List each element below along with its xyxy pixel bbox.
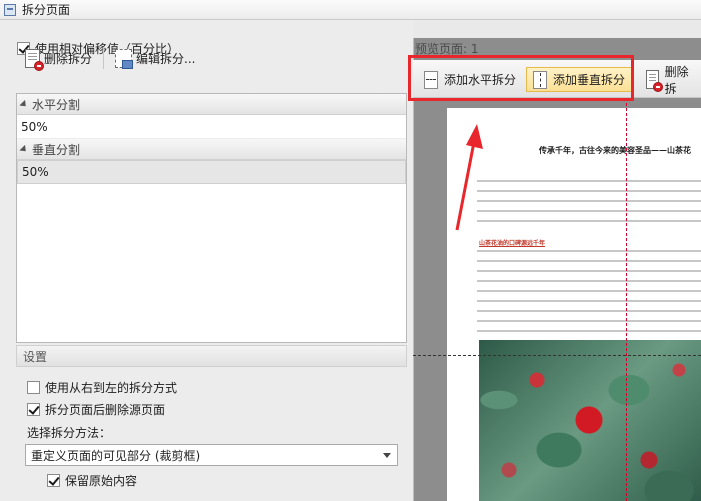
edit-split-label: 编辑拆分... (136, 51, 196, 66)
rtl-checkbox[interactable] (27, 381, 40, 394)
delete-source-checkbox[interactable] (27, 403, 40, 416)
preview-page-label: 预览页面: 1 (415, 42, 479, 56)
add-vertical-split-button[interactable]: 添加垂直拆分 (526, 67, 633, 92)
keep-original-label: 保留原始内容 (65, 474, 138, 488)
split-method-value: 重定义页面的可见部分 (裁剪框) (31, 448, 201, 463)
rtl-label: 使用从右到左的拆分方式 (45, 381, 178, 395)
rtl-option[interactable]: 使用从右到左的拆分方式 (27, 379, 177, 396)
paragraph-lines (477, 180, 701, 230)
chevron-down-icon[interactable] (383, 453, 391, 458)
window-title: 拆分页面 (22, 3, 71, 17)
toolbar-separator (103, 47, 105, 69)
horizontal-split-icon (424, 70, 438, 89)
vertical-split-line[interactable] (626, 98, 627, 501)
keep-original-checkbox[interactable] (47, 474, 60, 487)
delete-page-icon (25, 48, 44, 71)
keep-original-option[interactable]: 保留原始内容 (47, 472, 137, 489)
list-item-selected[interactable]: 50% (17, 160, 406, 184)
preview-delete-split-button[interactable]: 删除拆 (639, 65, 701, 96)
title-bar: 拆分页面 (0, 0, 701, 20)
horizontal-group-header[interactable]: 水平分割 (17, 94, 406, 115)
method-label: 选择拆分方法： (27, 426, 112, 440)
document-title: 传承千年，古往今来的美容圣品——山茶花 (539, 145, 691, 155)
delete-split-button[interactable]: 删除拆分 (18, 45, 99, 71)
delete-source-label: 拆分页面后删除源页面 (45, 403, 166, 417)
preview-toolbar: 添加水平拆分 添加垂直拆分 删除拆 (413, 60, 701, 98)
collapse-triangle-icon[interactable] (19, 144, 29, 154)
list-item[interactable]: 50% (17, 115, 406, 139)
camellia-photo (479, 340, 701, 501)
split-method-select[interactable]: 重定义页面的可见部分 (裁剪框) (25, 444, 398, 466)
paragraph-lines (477, 250, 701, 340)
add-horizontal-label: 添加水平拆分 (444, 73, 517, 87)
edit-split-button[interactable]: 编辑拆分... (108, 45, 202, 71)
vertical-group-label: 垂直分割 (32, 142, 81, 157)
horizontal-group-label: 水平分割 (32, 97, 81, 112)
settings-header: 设置 (16, 345, 407, 367)
delete-page-icon (646, 70, 663, 92)
vertical-split-icon (533, 70, 547, 89)
delete-split-label: 删除拆分 (44, 51, 93, 66)
document-subtitle: 山茶花油的口碑源远千年 (479, 240, 546, 247)
collapse-triangle-icon[interactable] (19, 99, 29, 109)
page-preview[interactable]: 传承千年，古往今来的美容圣品——山茶花 山茶花油的口碑源远千年 (447, 108, 701, 501)
horizontal-split-line[interactable] (413, 355, 701, 356)
app-icon (4, 3, 16, 16)
add-vertical-label: 添加垂直拆分 (553, 73, 626, 87)
edit-split-icon (115, 48, 134, 69)
split-list[interactable]: 水平分割 50% 垂直分割 50% (16, 93, 407, 343)
preview-delete-label: 删除拆 (664, 64, 689, 96)
split-toolbar: 删除拆分 编辑拆分... (16, 43, 408, 73)
add-horizontal-split-button[interactable]: 添加水平拆分 (417, 67, 523, 92)
vertical-group-header[interactable]: 垂直分割 (17, 139, 406, 160)
delete-source-option[interactable]: 拆分页面后删除源页面 (27, 401, 165, 418)
